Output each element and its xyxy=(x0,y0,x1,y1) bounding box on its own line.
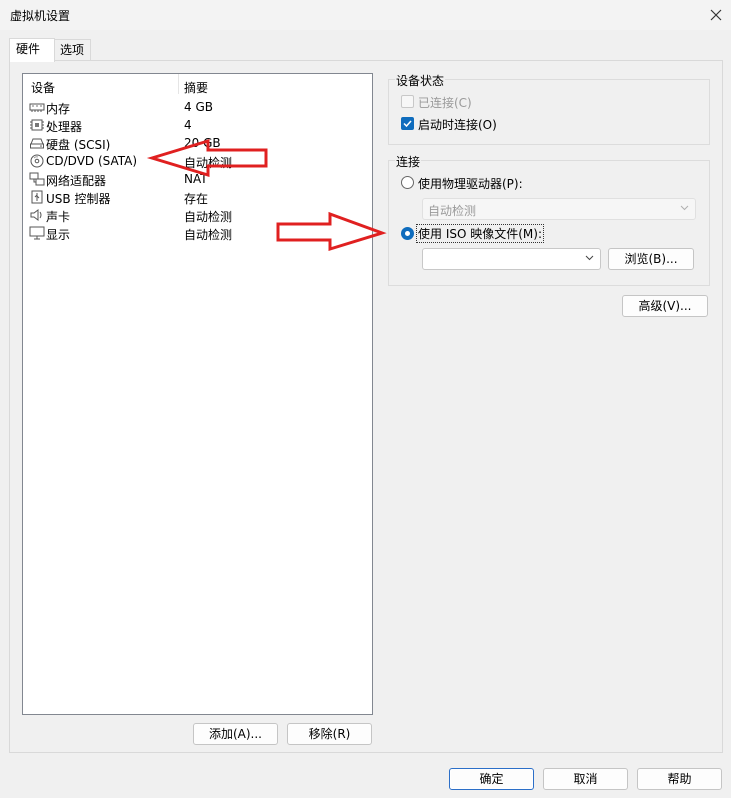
device-name: 显示 xyxy=(46,228,71,242)
display-icon xyxy=(29,226,45,240)
device-summary: 自动检测 xyxy=(184,156,233,170)
browse-button[interactable]: 浏览(B)... xyxy=(608,248,694,270)
memory-icon xyxy=(29,103,45,112)
device-name: 声卡 xyxy=(46,210,71,224)
help-button[interactable]: 帮助 xyxy=(637,768,722,790)
column-divider[interactable] xyxy=(178,74,179,94)
close-button[interactable] xyxy=(701,0,731,30)
physical-drive-select[interactable]: 自动检测 xyxy=(422,198,696,220)
device-summary: 20 GB xyxy=(184,136,221,150)
column-header-summary[interactable]: 摘要 xyxy=(184,79,208,96)
device-summary: 存在 xyxy=(184,192,209,206)
cd-dvd-icon xyxy=(30,154,44,168)
connected-checkbox[interactable] xyxy=(401,95,414,108)
iso-path-combobox[interactable] xyxy=(422,248,601,270)
device-name: 网络适配器 xyxy=(46,174,107,188)
chevron-down-icon xyxy=(585,255,594,261)
tab-options[interactable]: 选项 xyxy=(53,39,91,61)
speaker-icon xyxy=(30,209,42,221)
physical-drive-value: 自动检测 xyxy=(428,204,477,218)
device-row-memory[interactable]: 内存 4 GB xyxy=(23,98,372,116)
remove-button[interactable]: 移除(R) xyxy=(287,723,372,745)
device-summary: NAT xyxy=(184,172,208,186)
ok-button[interactable]: 确定 xyxy=(449,768,534,790)
device-name: USB 控制器 xyxy=(46,192,111,206)
device-summary: 自动检测 xyxy=(184,228,233,242)
device-summary: 4 GB xyxy=(184,100,213,114)
device-name: 硬盘 (SCSI) xyxy=(46,138,111,152)
device-row-processor[interactable]: 处理器 4 xyxy=(23,116,372,134)
device-row-sound-card[interactable]: 声卡 自动检测 xyxy=(23,206,372,224)
physical-drive-label: 使用物理驱动器(P): xyxy=(418,177,523,191)
window-title: 虚拟机设置 xyxy=(10,9,71,23)
device-row-network-adapter[interactable]: 网络适配器 NAT xyxy=(23,170,372,188)
device-row-cd-dvd[interactable]: CD/DVD (SATA) 自动检测 xyxy=(23,152,372,170)
list-header: 设备 摘要 xyxy=(23,74,372,96)
column-header-device[interactable]: 设备 xyxy=(31,79,55,96)
cancel-button[interactable]: 取消 xyxy=(543,768,628,790)
advanced-button[interactable]: 高级(V)... xyxy=(622,295,708,317)
connected-label: 已连接(C) xyxy=(418,96,472,110)
title-bar: 虚拟机设置 xyxy=(0,0,731,30)
device-status-title: 设备状态 xyxy=(395,72,446,89)
add-button[interactable]: 添加(A)... xyxy=(193,723,278,745)
device-name: CD/DVD (SATA) xyxy=(46,154,138,168)
iso-image-label: 使用 ISO 映像文件(M): xyxy=(416,224,544,243)
checkmark-icon xyxy=(403,120,412,128)
physical-drive-radio[interactable] xyxy=(401,176,414,189)
device-list[interactable]: 设备 摘要 内存 4 GB 处理器 4 硬盘 (SCSI) 20 GB CD/D… xyxy=(22,73,373,715)
connection-title: 连接 xyxy=(395,153,422,170)
device-name: 处理器 xyxy=(46,120,83,134)
connect-at-power-on-label: 启动时连接(O) xyxy=(418,118,497,132)
chevron-down-icon xyxy=(680,205,689,211)
device-summary: 4 xyxy=(184,118,192,132)
hard-disk-icon xyxy=(30,138,44,149)
device-name: 内存 xyxy=(46,102,71,116)
connect-at-power-on-checkbox[interactable] xyxy=(401,117,414,130)
device-row-usb-controller[interactable]: USB 控制器 存在 xyxy=(23,188,372,206)
iso-image-radio[interactable] xyxy=(401,227,414,240)
processor-icon xyxy=(30,119,44,131)
network-adapter-icon xyxy=(29,172,45,186)
usb-icon xyxy=(31,190,43,204)
device-summary: 自动检测 xyxy=(184,210,233,224)
device-row-hard-disk[interactable]: 硬盘 (SCSI) 20 GB xyxy=(23,134,372,152)
close-icon xyxy=(710,9,722,21)
tab-hardware[interactable]: 硬件 xyxy=(9,38,55,62)
device-row-display[interactable]: 显示 自动检测 xyxy=(23,224,372,242)
